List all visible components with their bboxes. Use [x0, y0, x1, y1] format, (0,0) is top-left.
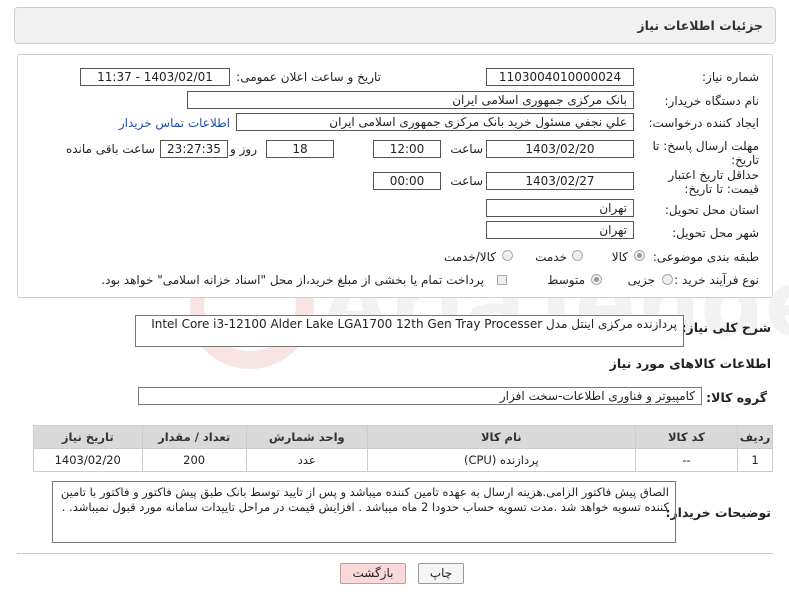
- category-option-goods: کالا: [611, 250, 628, 264]
- category-label: طبقه بندی موضوعی:: [652, 250, 759, 264]
- page-title: جزئیات اطلاعات نیاز: [637, 18, 763, 33]
- col-unit: واحد شمارش: [245, 425, 368, 449]
- goods-section-title: اطلاعات کالاهای مورد نیاز: [609, 356, 771, 371]
- print-button[interactable]: چاپ: [418, 563, 464, 584]
- contact-buyer-link[interactable]: اطلاعات تماس خریدار: [119, 116, 230, 130]
- need-number-field: 1103004010000024: [486, 68, 634, 86]
- province-field: تهران: [486, 199, 634, 217]
- cell-row: 1: [737, 448, 773, 472]
- col-name: نام کالا: [366, 425, 636, 449]
- goods-table: ردیف کد کالا نام کالا واحد شمارش تعداد /…: [33, 425, 773, 472]
- buyer-notes-text: الصاق پیش فاکتور الزامی.هزینه ارسال به ع…: [60, 485, 669, 514]
- category-option-goods-service: کالا/خدمت: [443, 250, 496, 264]
- announce-label: تاریخ و ساعت اعلان عمومی:: [236, 70, 381, 84]
- city-field: تهران: [486, 221, 634, 239]
- validity-time-label: ساعت: [450, 174, 483, 188]
- category-radio-goods-service[interactable]: [502, 250, 513, 261]
- deadline-time-field: 12:00: [373, 140, 441, 158]
- announce-field: 1403/02/01 - 11:37: [80, 68, 230, 86]
- process-option-minor: جزیی: [627, 273, 655, 287]
- buyer-notes-label: توضیحات خریدار:: [665, 505, 771, 520]
- goods-group-field: کامپیوتر و فناوری اطلاعات-سخت افزار: [138, 387, 702, 405]
- col-qty: تعداد / مقدار: [141, 425, 247, 449]
- cell-name: پردازنده (CPU): [366, 448, 636, 472]
- footer-divider: [17, 553, 773, 554]
- validity-date-field: 1403/02/27: [486, 172, 634, 190]
- cell-unit: عدد: [245, 448, 368, 472]
- col-date: تاریخ نیاز: [33, 425, 143, 449]
- need-number-label: شماره نیاز:: [702, 70, 759, 84]
- treasury-payment-text: پرداخت تمام یا بخشی از مبلغ خرید،از محل …: [101, 273, 484, 287]
- treasury-payment-checkbox[interactable]: [497, 275, 507, 285]
- category-radio-service[interactable]: [572, 250, 583, 261]
- validity-time-field: 00:00: [373, 172, 441, 190]
- city-label: شهر محل تحویل:: [672, 226, 759, 240]
- col-row: ردیف: [737, 425, 773, 449]
- days-field: 18: [266, 140, 334, 158]
- cell-code: --: [634, 448, 739, 472]
- deadline-time-label: ساعت: [450, 142, 483, 156]
- header-panel: جزئیات اطلاعات نیاز: [14, 7, 776, 44]
- category-option-service: خدمت: [535, 250, 567, 264]
- summary-label: شرح کلی نیاز:: [681, 320, 771, 335]
- cell-qty: 200: [141, 448, 247, 472]
- process-radio-minor[interactable]: [662, 274, 673, 285]
- buyer-org-field: بانک مرکزی جمهوری اسلامی ایران: [187, 91, 634, 109]
- summary-field: پردازنده مرکزی اینتل مدل Intel Core i3-1…: [135, 315, 684, 347]
- remaining-time-field: 23:27:35: [160, 140, 228, 158]
- deadline-label: مهلت ارسال پاسخ: تا تاریخ:: [652, 139, 759, 167]
- buyer-notes-field: الصاق پیش فاکتور الزامی.هزینه ارسال به ع…: [52, 481, 676, 543]
- cell-date: 1403/02/20: [33, 448, 143, 472]
- deadline-date-field: 1403/02/20: [486, 140, 634, 158]
- category-radio-goods[interactable]: [634, 250, 645, 261]
- table-header-row: ردیف کد کالا نام کالا واحد شمارش تعداد /…: [33, 425, 773, 449]
- creator-label: ایجاد کننده درخواست:: [648, 116, 759, 130]
- goods-group-label: گروه کالا:: [706, 390, 767, 405]
- process-label: نوع فرآیند خرید :: [674, 273, 759, 287]
- process-option-medium: متوسط: [547, 273, 585, 287]
- summary-text: پردازنده مرکزی اینتل مدل Intel Core i3-1…: [151, 317, 677, 331]
- back-button[interactable]: بازگشت: [340, 563, 406, 584]
- col-code: کد کالا: [634, 425, 739, 449]
- buyer-org-label: نام دستگاه خریدار:: [664, 94, 760, 108]
- table-row: 1 -- پردازنده (CPU) عدد 200 1403/02/20: [33, 448, 773, 472]
- process-radio-medium[interactable]: [591, 274, 602, 285]
- remaining-label: ساعت باقی مانده: [65, 142, 155, 156]
- creator-field: علي نجفي مسئول خريد بانک مرکزی جمهوری اس…: [236, 113, 634, 131]
- validity-label: حداقل تاریخ اعتبار قیمت: تا تاریخ:: [668, 168, 759, 196]
- days-label: روز و: [230, 142, 257, 156]
- province-label: استان محل تحویل:: [664, 203, 759, 217]
